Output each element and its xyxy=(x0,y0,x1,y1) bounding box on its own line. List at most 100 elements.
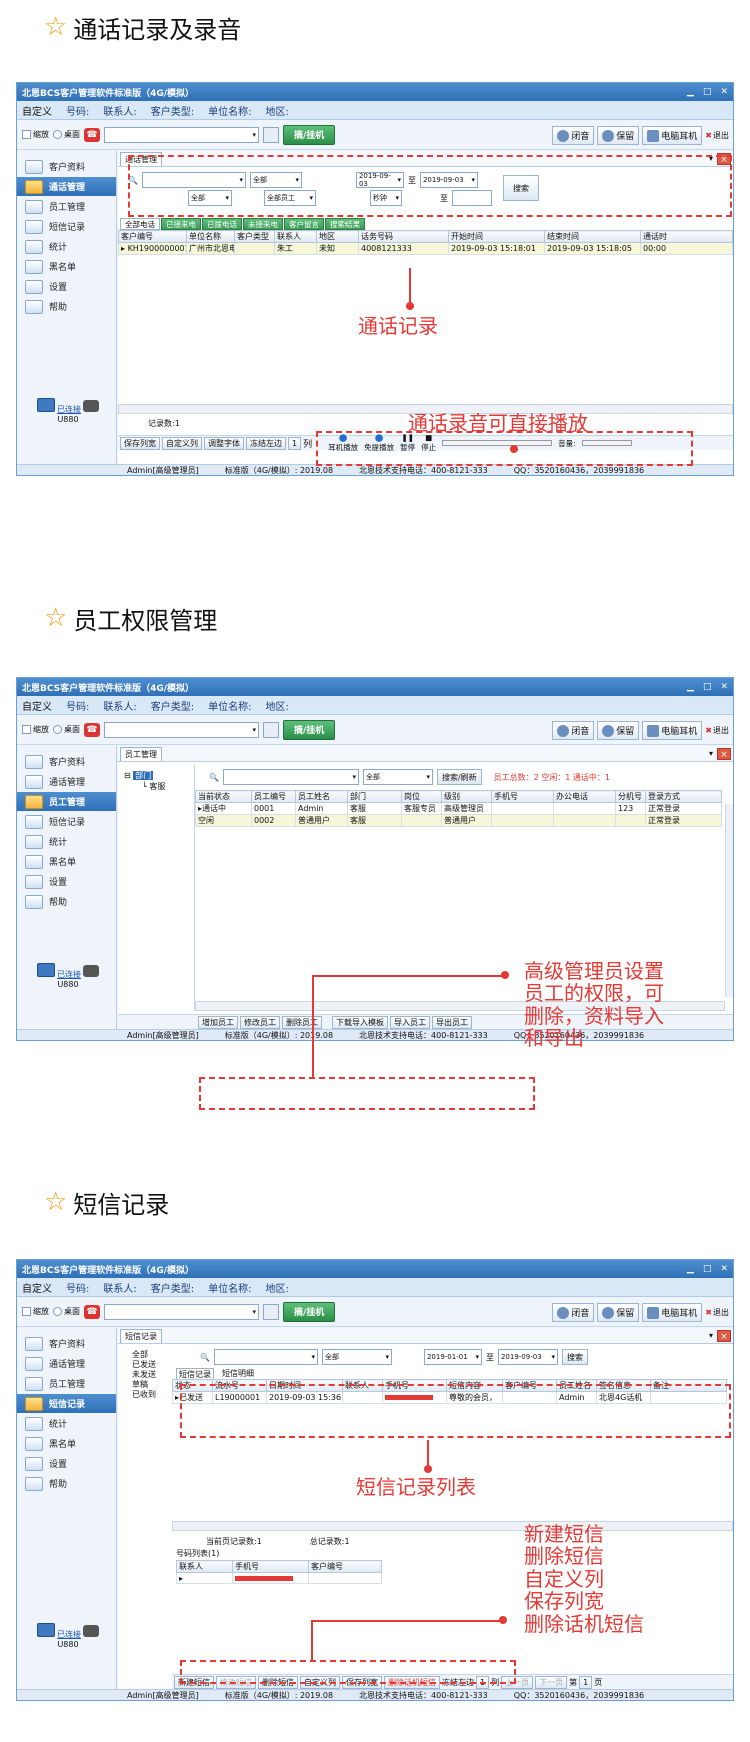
edit-sms-button[interactable]: 修改短信 xyxy=(216,1675,256,1689)
adjust-font-button[interactable]: 调整字体 xyxy=(204,436,244,450)
exit-button[interactable]: ✖ 退出 xyxy=(705,725,729,736)
horizontal-scrollbar[interactable] xyxy=(172,1521,733,1531)
table-row[interactable]: ▸通话中 0001 Admin 客服 客服专员 高级管理员 123 正常登录 xyxy=(195,802,723,815)
sidebar-item-stats[interactable]: 统计 xyxy=(17,1414,116,1433)
date-to-input[interactable]: 2019-09-03 ▾ xyxy=(497,1349,558,1365)
dial-number-input[interactable]: ▾ xyxy=(104,126,259,143)
prev-page-button[interactable]: 上一页 xyxy=(501,1675,534,1689)
shrink-checkbox[interactable]: 缩放 xyxy=(22,1306,49,1317)
dialpad-icon[interactable] xyxy=(263,721,279,738)
dialpad-icon[interactable] xyxy=(263,1303,279,1320)
sidebar-item-customers[interactable]: 客户资料 xyxy=(17,752,116,771)
sidebar-item-settings[interactable]: 设置 xyxy=(17,872,116,891)
hold-button[interactable]: 保留 xyxy=(597,126,640,145)
col-customer-id[interactable]: 客户编号 xyxy=(502,1379,557,1392)
custom-columns-button[interactable]: 自定义列 xyxy=(300,1675,340,1689)
delete-staff-button[interactable]: 删除员工 xyxy=(282,1015,322,1029)
col-num-contact[interactable]: 联系人 xyxy=(176,1560,233,1573)
vertical-scrollbar[interactable] xyxy=(725,804,733,997)
keyword-input[interactable]: ▾ xyxy=(213,1349,318,1365)
mute-button[interactable]: 闭音 xyxy=(552,126,595,145)
close-tab-icon[interactable]: × xyxy=(717,1329,731,1342)
sidebar-item-customers[interactable]: 客户资料 xyxy=(17,157,116,176)
desktop-checkbox[interactable]: 桌面 xyxy=(53,724,80,735)
sidebar-item-calls[interactable]: 通话管理 xyxy=(17,772,116,791)
sidebar-item-stats[interactable]: 统计 xyxy=(17,832,116,851)
mute-button[interactable]: 闭音 xyxy=(552,721,595,740)
earphone-play-button[interactable]: ⬤ 耳机播放 xyxy=(328,433,358,453)
col-region[interactable]: 地区 xyxy=(316,230,359,243)
tree-root[interactable]: ⊟ 部门 xyxy=(124,770,188,781)
col-office-phone[interactable]: 办公电话 xyxy=(553,790,616,803)
download-template-button[interactable]: 下载导入模板 xyxy=(332,1015,388,1029)
exit-button[interactable]: ✖ 退出 xyxy=(705,130,729,141)
new-sms-button[interactable]: 新建短信 xyxy=(174,1675,214,1689)
connected-link[interactable]: 已连接 xyxy=(57,1630,81,1639)
col-num-customer-id[interactable]: 客户编号 xyxy=(308,1560,382,1573)
maximize-icon[interactable]: □ xyxy=(703,682,712,692)
sidebar-item-calls[interactable]: 通话管理 xyxy=(17,1354,116,1373)
tab-sms-detail[interactable]: 短信明细 xyxy=(222,1368,254,1379)
sidebar-item-settings[interactable]: 设置 xyxy=(17,277,116,296)
duration-select[interactable]: 秒钟 ▾ xyxy=(370,190,402,206)
tab-staff-management[interactable]: 员工管理 xyxy=(120,746,162,761)
col-staff-name[interactable]: 员工姓名 xyxy=(295,790,348,803)
filter-received[interactable]: 已收到 xyxy=(132,1390,170,1400)
filter-draft[interactable]: 草稿 xyxy=(132,1380,170,1390)
hangup-button[interactable]: 摘/挂机 xyxy=(283,124,336,145)
col-company[interactable]: 单位名称 xyxy=(186,230,235,243)
shrink-checkbox[interactable]: 缩放 xyxy=(22,129,49,140)
date-from-input[interactable]: 2019-09-03 ▾ xyxy=(355,172,404,188)
playback-slider[interactable] xyxy=(442,440,553,446)
sidebar-item-sms[interactable]: 短信记录 xyxy=(17,1394,116,1413)
filter-unsent[interactable]: 未发送 xyxy=(132,1370,170,1380)
pc-headset-button[interactable]: 电脑耳机 xyxy=(642,126,703,145)
col-num-mobile[interactable]: 手机号 xyxy=(232,1560,309,1573)
close-icon[interactable]: ✕ xyxy=(720,1264,728,1274)
delete-phone-sms-button[interactable]: 删除话机短信 xyxy=(384,1675,440,1689)
sidebar-item-help[interactable]: 帮助 xyxy=(17,892,116,911)
search-button[interactable]: 搜索 xyxy=(503,175,539,201)
hangup-button[interactable]: 摘/挂机 xyxy=(283,1301,336,1322)
tab-answered[interactable]: 已接来电 xyxy=(161,218,201,230)
col-contact[interactable]: 联系人 xyxy=(342,1379,383,1392)
stop-button[interactable]: ■ 停止 xyxy=(421,433,436,453)
tree-item[interactable]: └ 客服 xyxy=(124,781,188,792)
search-refresh-button[interactable]: 搜索/刷新 xyxy=(436,769,482,785)
sidebar-item-help[interactable]: 帮助 xyxy=(17,297,116,316)
sidebar-item-help[interactable]: 帮助 xyxy=(17,1474,116,1493)
sidebar-item-sms[interactable]: 短信记录 xyxy=(17,217,116,236)
maximize-icon[interactable]: □ xyxy=(703,87,712,97)
handsfree-play-button[interactable]: ⬤ 免提播放 xyxy=(364,433,394,453)
filter-sent[interactable]: 已发送 xyxy=(132,1360,170,1370)
pause-button[interactable]: ❚❚ 暂停 xyxy=(400,433,415,453)
hold-button[interactable]: 保留 xyxy=(597,721,640,740)
delete-sms-button[interactable]: 删除短信 xyxy=(258,1675,298,1689)
close-icon[interactable]: ✕ xyxy=(720,682,728,692)
tab-sms-list[interactable]: 短信记录 xyxy=(176,1368,214,1379)
shrink-checkbox[interactable]: 缩放 xyxy=(22,724,49,735)
close-tab-icon[interactable]: × xyxy=(717,152,731,165)
type-select[interactable]: 全部 ▾ xyxy=(249,172,302,188)
hangup-button[interactable]: 摘/挂机 xyxy=(283,719,336,740)
date-to-input[interactable]: 2019-09-03 ▾ xyxy=(419,172,478,188)
dialpad-icon[interactable] xyxy=(263,126,279,143)
col-signature[interactable]: 签名信息 xyxy=(596,1379,651,1392)
tab-dialed[interactable]: 已拨电话 xyxy=(202,218,242,230)
tab-sms-records[interactable]: 短信记录 xyxy=(120,1328,162,1343)
custom-columns-button[interactable]: 自定义列 xyxy=(162,436,202,450)
sidebar-item-blacklist[interactable]: 黑名单 xyxy=(17,852,116,871)
import-staff-button[interactable]: 导入员工 xyxy=(390,1015,430,1029)
col-status[interactable]: 状态 xyxy=(172,1379,213,1392)
col-content[interactable]: 短信内容 xyxy=(446,1379,503,1392)
connected-link[interactable]: 已连接 xyxy=(57,970,81,979)
page-select[interactable]: 1 xyxy=(579,1675,593,1689)
col-level[interactable]: 级别 xyxy=(441,790,492,803)
tab-call-management[interactable]: 通话管理 xyxy=(120,151,162,166)
col-remark[interactable]: 备注 xyxy=(649,1379,728,1392)
col-contact[interactable]: 联系人 xyxy=(274,230,317,243)
minimize-icon[interactable]: ▁ xyxy=(687,87,694,97)
pc-headset-button[interactable]: 电脑耳机 xyxy=(642,721,703,740)
col-department[interactable]: 部门 xyxy=(347,790,402,803)
col-status[interactable]: 当前状态 xyxy=(195,790,252,803)
